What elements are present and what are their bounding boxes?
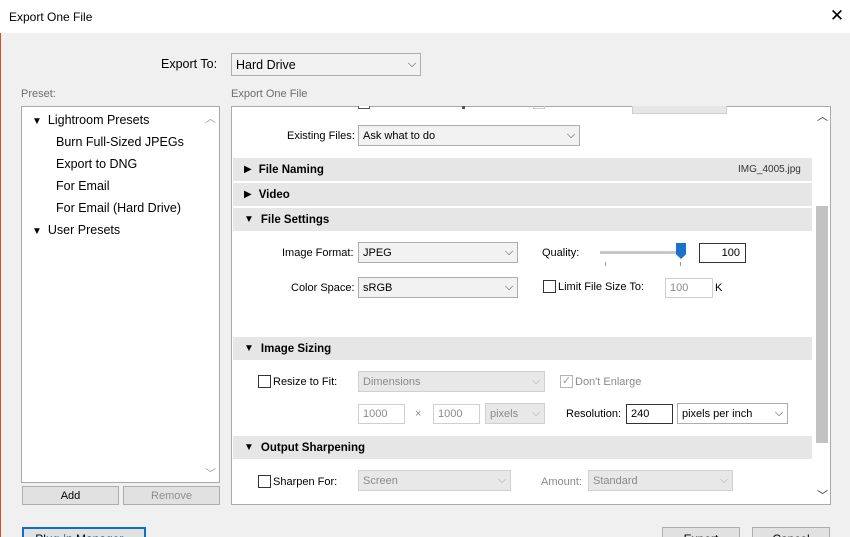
checkbox[interactable] [533,106,545,109]
chevron-down-icon: ⌵ [407,58,417,70]
quality-slider-track[interactable] [600,251,684,254]
preset-label: Preset: [21,88,56,100]
collapsed-triangle-icon: ▶ [244,164,252,175]
chevron-down-icon: ⌵ [504,246,514,258]
section-file-naming[interactable]: ▶ File Naming [233,158,812,181]
export-to-label: Export To: [161,57,218,71]
limit-file-size-checkbox[interactable] [543,280,556,293]
choose-button[interactable] [632,106,727,114]
scroll-up-icon[interactable]: ︿ [815,108,830,124]
close-icon[interactable]: ✕ [828,7,846,24]
preset-item[interactable]: For Email [56,179,109,193]
chevron-down-icon: ⌵ [497,474,507,486]
chevron-down-icon: ⌵ [504,281,514,293]
checkbox[interactable] [358,106,370,109]
scrollbar-thumb[interactable] [816,206,828,443]
preset-group-user[interactable]: ▼ User Presets [32,223,120,237]
section-file-settings[interactable]: ▼ File Settings [233,208,812,231]
expanded-triangle-icon: ▼ [244,343,254,354]
height-input[interactable]: 1000 [433,404,480,424]
preset-item[interactable]: For Email (Hard Drive) [56,201,181,215]
existing-files-label: Existing Files: [287,130,355,142]
plugin-manager-button[interactable]: Plug-in Manager... [22,527,146,537]
resize-to-fit-label: Resize to Fit: [273,376,338,388]
resize-mode-select[interactable]: Dimensions ⌵ [358,371,545,392]
limit-file-size-input[interactable]: 100 [665,278,713,298]
limit-unit-label: K [715,282,723,294]
times-label: × [415,408,422,420]
existing-files-select[interactable]: Ask what to do ⌵ [358,125,580,146]
limit-file-size-label: Limit File Size To: [558,281,644,293]
chevron-down-icon: ⌵ [719,474,729,486]
sharpen-for-select[interactable]: Screen ⌵ [358,470,511,491]
quality-label: Quality: [542,247,580,259]
section-output-sharpening[interactable]: ▼ Output Sharpening [233,436,812,459]
preset-item[interactable]: Burn Full-Sized JPEGs [56,135,184,149]
size-unit-select[interactable]: pixels ⌵ [485,403,545,424]
quality-input[interactable]: 100 [699,243,746,263]
scroll-down-icon[interactable]: ﹀ [205,465,216,481]
image-format-select[interactable]: JPEG ⌵ [358,242,518,263]
resolution-unit-select[interactable]: pixels per inch ⌵ [677,403,788,424]
sharpen-for-label: Sharpen For: [273,476,338,488]
chevron-down-icon: ⌵ [531,407,541,419]
dont-enlarge-label: Don't Enlarge [575,376,642,388]
expanded-triangle-icon: ▼ [244,442,254,453]
sharpen-for-checkbox[interactable] [258,475,271,488]
window-border [0,33,1,537]
resolution-label: Resolution: [566,408,622,420]
cut-off-text [462,106,465,109]
width-input[interactable]: 1000 [358,404,405,424]
expanded-triangle-icon: ▼ [32,116,42,127]
add-preset-button[interactable]: Add [22,486,119,505]
file-naming-summary: IMG_4005.jpg [738,164,801,175]
section-image-sizing[interactable]: ▼ Image Sizing [233,337,812,360]
export-to-select[interactable]: Hard Drive ⌵ [231,53,421,76]
dont-enlarge-checkbox[interactable]: ✓ [560,375,573,388]
preset-item[interactable]: Export to DNG [56,157,137,171]
remove-preset-button[interactable]: Remove [123,486,220,505]
title-bar [0,0,850,33]
scroll-up-icon[interactable]: ︿ [205,110,216,126]
slider-tick [605,262,606,266]
cancel-button[interactable]: Cancel [752,527,830,537]
resolution-input[interactable]: 240 [626,404,673,424]
collapsed-triangle-icon: ▶ [244,189,252,200]
chevron-down-icon: ⌵ [774,407,784,419]
window-title: Export One File [9,10,93,24]
chevron-down-icon: ⌵ [566,129,576,141]
image-format-label: Image Format: [282,247,354,259]
amount-label: Amount: [541,476,582,488]
content-label: Export One File [231,88,308,100]
preset-group-lightroom[interactable]: ▼ Lightroom Presets [32,113,149,127]
export-button[interactable]: Export [662,527,740,537]
amount-select[interactable]: Standard ⌵ [588,470,733,491]
slider-tick [680,262,681,266]
section-video[interactable]: ▶ Video [233,183,812,206]
expanded-triangle-icon: ▼ [244,214,254,225]
chevron-down-icon: ⌵ [531,375,541,387]
expanded-triangle-icon: ▼ [32,226,42,237]
color-space-select[interactable]: sRGB ⌵ [358,277,518,298]
scroll-down-icon[interactable]: ﹀ [815,487,830,503]
resize-to-fit-checkbox[interactable] [258,375,271,388]
color-space-label: Color Space: [291,282,355,294]
